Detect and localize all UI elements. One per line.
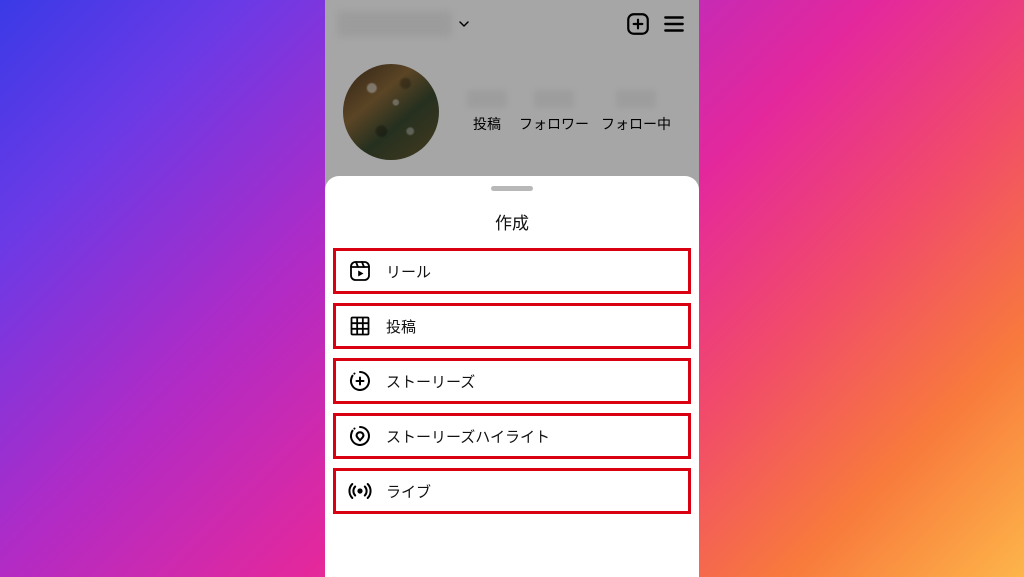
story-icon [348,369,372,393]
create-option-story[interactable]: ストーリーズ [333,358,691,404]
create-option-label: ストーリーズ [386,371,475,392]
phone-frame: 投稿 フォロワー フォロー中 作成 [325,0,699,577]
create-option-label: ライブ [386,481,431,502]
create-options-list: リール 投稿 ストーリーズ [325,248,699,514]
highlight-icon [348,424,372,448]
gradient-background: 投稿 フォロワー フォロー中 作成 [0,0,1024,577]
reel-icon [348,259,372,283]
create-option-label: リール [386,261,431,282]
sheet-title: 作成 [325,209,699,234]
create-option-highlight[interactable]: ストーリーズハイライト [333,413,691,459]
live-icon [348,479,372,503]
sheet-handle[interactable] [491,186,533,191]
create-sheet: 作成 リール 投稿 [325,176,699,577]
grid-icon [348,314,372,338]
create-option-post[interactable]: 投稿 [333,303,691,349]
create-option-label: 投稿 [386,316,416,337]
create-option-label: ストーリーズハイライト [386,426,550,447]
create-option-reel[interactable]: リール [333,248,691,294]
create-option-live[interactable]: ライブ [333,468,691,514]
